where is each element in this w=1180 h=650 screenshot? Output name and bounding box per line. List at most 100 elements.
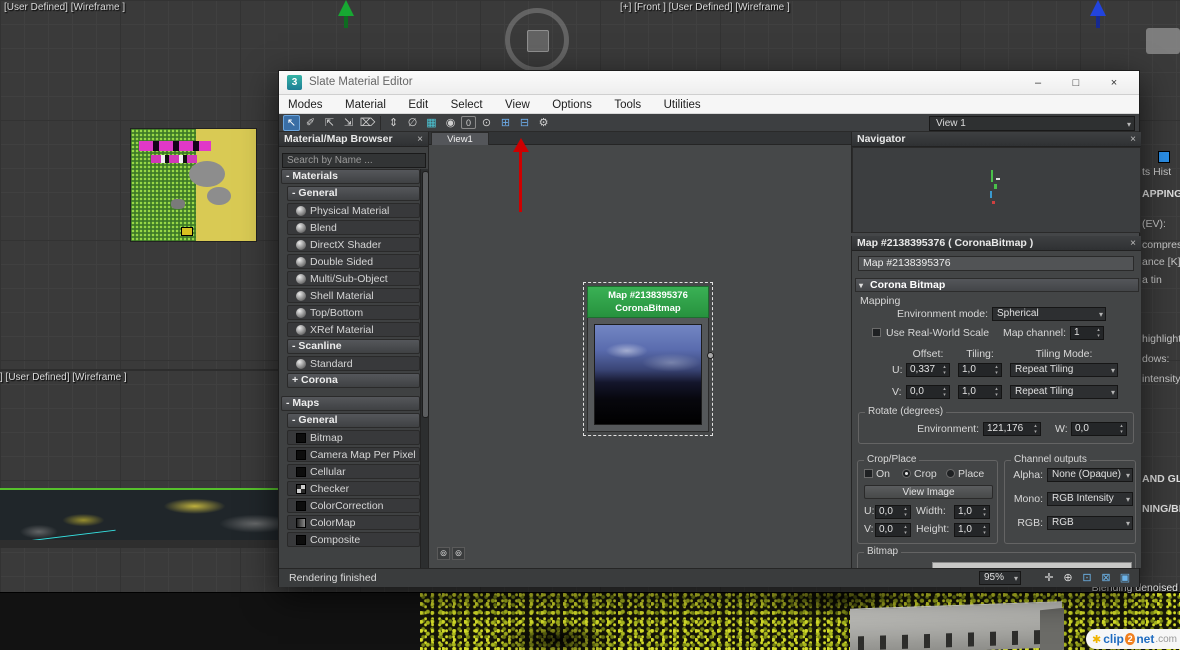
list-item[interactable]: Standard [287, 356, 420, 371]
put-material-icon[interactable]: ⇱ [321, 115, 338, 131]
v-tiling-mode-dropdown[interactable]: Repeat Tiling [1010, 385, 1118, 399]
corona-bitmap-node[interactable]: Map #2138395376 CoronaBitmap [587, 286, 709, 432]
clip2net-watermark[interactable]: ✱ clip 2 net .com [1086, 629, 1180, 649]
menu-view[interactable]: View [496, 96, 539, 115]
list-item[interactable]: Double Sided [287, 254, 420, 269]
spinner-arrows-icon[interactable] [1117, 423, 1126, 435]
spinner-arrows-icon[interactable] [992, 364, 1001, 376]
zoom-extents-icon[interactable]: ⊠ [1098, 570, 1114, 585]
menu-material[interactable]: Material [336, 96, 395, 115]
maximize-button[interactable]: □ [1063, 74, 1089, 92]
spinner-arrows-icon[interactable] [980, 506, 989, 518]
params-header[interactable]: Map #2138395376 ( CoronaBitmap ) [852, 236, 1141, 251]
menu-options[interactable]: Options [543, 96, 601, 115]
pan-view-icon[interactable]: ⊚ [437, 547, 450, 560]
spinner-arrows-icon[interactable] [1094, 327, 1103, 339]
crop-u-spinner[interactable]: 0,0 [875, 505, 911, 519]
browser-scrollbar[interactable] [420, 169, 428, 568]
menu-tools[interactable]: Tools [605, 96, 650, 115]
list-item[interactable]: ColorMap [287, 515, 420, 530]
browser-header[interactable]: Material/Map Browser [279, 132, 428, 147]
list-item[interactable]: Cellular [287, 464, 420, 479]
color-swatch-blue[interactable] [1158, 151, 1170, 163]
node-body[interactable] [587, 318, 709, 432]
close-icon[interactable] [1128, 132, 1138, 147]
pan-icon[interactable]: ✛ [1041, 570, 1057, 585]
section-maps[interactable]: - Maps [281, 396, 420, 411]
node-canvas[interactable]: Map #2138395376 CoronaBitmap ⊚ ⊚ [429, 145, 851, 568]
w-spinner[interactable]: 0,0 [1071, 422, 1127, 436]
list-item[interactable]: ColorCorrection [287, 498, 420, 513]
spinner-arrows-icon[interactable] [901, 524, 910, 536]
spinner-arrows-icon[interactable] [940, 386, 949, 398]
u-tiling-spinner[interactable]: 1,0 [958, 363, 1002, 377]
mono-dropdown[interactable]: RGB Intensity [1047, 492, 1133, 506]
list-item[interactable]: XRef Material [287, 322, 420, 337]
move-children-icon[interactable]: ⇕ [385, 115, 402, 131]
v-tiling-spinner[interactable]: 1,0 [958, 385, 1002, 399]
delete-icon[interactable]: ⌦ [359, 115, 376, 131]
crop-height-spinner[interactable]: 1,0 [954, 523, 990, 537]
spinner-arrows-icon[interactable] [980, 524, 989, 536]
map-channel-spinner[interactable]: 1 [1070, 326, 1104, 340]
navigator-header[interactable]: Navigator [852, 132, 1141, 147]
section-maps-general[interactable]: - General [287, 413, 420, 428]
zoom-view-icon[interactable]: ⊚ [452, 547, 465, 560]
zoom-icon[interactable]: ⊕ [1060, 570, 1076, 585]
view-selector-dropdown[interactable]: View 1 [929, 116, 1135, 131]
select-tool-icon[interactable]: ↖ [283, 115, 300, 131]
crop-v-spinner[interactable]: 0,0 [875, 523, 911, 537]
alpha-dropdown[interactable]: None (Opaque) [1047, 468, 1133, 482]
title-bar[interactable]: 3 Slate Material Editor – □ × [279, 71, 1139, 95]
show-standard-map-icon[interactable]: 0 [461, 116, 476, 129]
search-input[interactable] [282, 153, 426, 168]
map-name-field[interactable]: Map #2138395376 [858, 256, 1134, 271]
hide-unused-icon[interactable]: ∅ [404, 115, 421, 131]
spinner-arrows-icon[interactable] [940, 364, 949, 376]
v-offset-spinner[interactable]: 0,0 [906, 385, 950, 399]
layout-children-icon[interactable]: ⊟ [516, 115, 533, 131]
layout-all-icon[interactable]: ⊞ [497, 115, 514, 131]
zoom-extents-selected-icon[interactable]: ▣ [1117, 570, 1133, 585]
spinner-arrows-icon[interactable] [992, 386, 1001, 398]
rgb-dropdown[interactable]: RGB [1047, 516, 1133, 530]
u-offset-spinner[interactable]: 0,337 [906, 363, 950, 377]
section-corona[interactable]: + Corona [287, 373, 420, 388]
menu-select[interactable]: Select [442, 96, 492, 115]
spinner-arrows-icon[interactable] [901, 506, 910, 518]
viewport-splitter[interactable] [0, 369, 278, 371]
list-item[interactable]: DirectX Shader [287, 237, 420, 252]
node-view-panel[interactable]: View1 Map #2138395376 CoronaBitmap ⊚ ⊚ [429, 132, 851, 568]
assign-material-icon[interactable]: ⇲ [340, 115, 357, 131]
corona-bitmap-rollout[interactable]: Corona Bitmap [855, 278, 1139, 292]
view-image-button[interactable]: View Image [864, 485, 993, 499]
menu-edit[interactable]: Edit [399, 96, 437, 115]
section-materials-general[interactable]: - General [287, 186, 420, 201]
list-item[interactable]: Shell Material [287, 288, 420, 303]
scrollbar-thumb[interactable] [422, 171, 429, 418]
show-background-icon[interactable]: ◉ [442, 115, 459, 131]
list-item[interactable]: Blend [287, 220, 420, 235]
u-tiling-mode-dropdown[interactable]: Repeat Tiling [1010, 363, 1118, 377]
render-map-icon[interactable]: ⊙ [478, 115, 495, 131]
environment-spinner[interactable]: 121,176 [983, 422, 1041, 436]
close-button[interactable]: × [1101, 74, 1127, 92]
zoom-level-dropdown[interactable]: 95% [979, 571, 1021, 585]
viewport-label-top-left[interactable]: [User Defined] [Wireframe ] [4, 2, 125, 13]
section-materials[interactable]: - Materials [281, 169, 420, 184]
list-item[interactable]: Multi/Sub-Object [287, 271, 420, 286]
node-output-socket[interactable] [707, 352, 714, 359]
viewport-label-mid-left[interactable]: ] [User Defined] [Wireframe ] [0, 372, 127, 383]
menu-modes[interactable]: Modes [279, 96, 332, 115]
rotate-gizmo[interactable] [505, 8, 569, 72]
spinner-arrows-icon[interactable] [1031, 423, 1040, 435]
menu-utilities[interactable]: Utilities [655, 96, 710, 115]
pick-material-icon[interactable]: ✐ [302, 115, 319, 131]
material-id-icon[interactable]: ⚙ [535, 115, 552, 131]
list-item[interactable]: Checker [287, 481, 420, 496]
place-radio[interactable] [946, 469, 955, 478]
navigator-minimap[interactable] [852, 147, 1141, 233]
list-item[interactable]: Camera Map Per Pixel [287, 447, 420, 462]
list-item[interactable]: Composite [287, 532, 420, 547]
minimize-button[interactable]: – [1025, 74, 1051, 92]
